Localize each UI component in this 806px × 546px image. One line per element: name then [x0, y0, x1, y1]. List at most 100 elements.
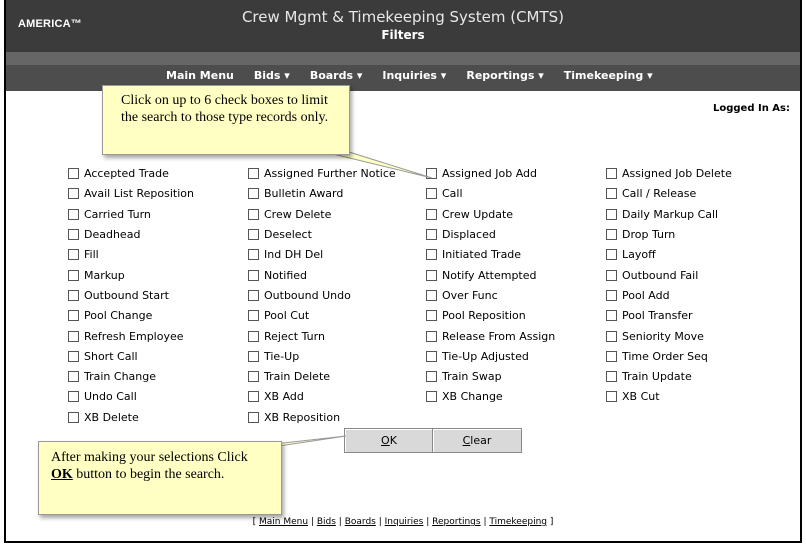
filter-checkbox[interactable]: Release From Assign — [426, 327, 606, 344]
checkbox-icon[interactable] — [248, 391, 259, 403]
filter-checkbox[interactable]: Outbound Fail — [606, 266, 788, 283]
checkbox-icon[interactable] — [248, 188, 259, 200]
filter-checkbox[interactable]: Assigned Job Delete — [606, 165, 788, 182]
checkbox-icon[interactable] — [426, 310, 437, 322]
filter-checkbox[interactable]: XB Add — [248, 388, 426, 405]
checkbox-icon[interactable] — [606, 269, 617, 281]
checkbox-icon[interactable] — [606, 188, 617, 200]
checkbox-icon[interactable] — [68, 391, 79, 403]
footer-link-bids[interactable]: Bids — [317, 517, 336, 527]
ok-button[interactable]: OK — [344, 428, 434, 453]
checkbox-icon[interactable] — [606, 249, 617, 261]
filter-checkbox[interactable]: Crew Update — [426, 206, 606, 223]
checkbox-icon[interactable] — [606, 208, 617, 220]
checkbox-icon[interactable] — [606, 289, 617, 301]
checkbox-icon[interactable] — [426, 371, 437, 383]
filter-checkbox[interactable]: Carried Turn — [68, 206, 248, 223]
filter-checkbox[interactable]: Over Func — [426, 287, 606, 304]
filter-checkbox[interactable]: Call — [426, 185, 606, 202]
filter-checkbox[interactable]: Pool Change — [68, 307, 248, 324]
checkbox-icon[interactable] — [68, 188, 79, 200]
nav-bids[interactable]: Bids ▾ — [254, 69, 290, 82]
checkbox-icon[interactable] — [426, 330, 437, 342]
checkbox-icon[interactable] — [426, 391, 437, 403]
filter-checkbox[interactable]: XB Delete — [68, 409, 248, 426]
checkbox-icon[interactable] — [248, 310, 259, 322]
filter-checkbox[interactable]: Initiated Trade — [426, 246, 606, 263]
filter-checkbox[interactable]: Train Update — [606, 368, 788, 385]
filter-checkbox[interactable]: Undo Call — [68, 388, 248, 405]
checkbox-icon[interactable] — [426, 168, 437, 180]
nav-timekeeping[interactable]: Timekeeping ▾ — [564, 69, 653, 82]
filter-checkbox[interactable]: Short Call — [68, 348, 248, 365]
checkbox-icon[interactable] — [426, 350, 437, 362]
checkbox-icon[interactable] — [606, 371, 617, 383]
checkbox-icon[interactable] — [606, 229, 617, 241]
checkbox-icon[interactable] — [68, 168, 79, 180]
filter-checkbox[interactable]: Daily Markup Call — [606, 206, 788, 223]
checkbox-icon[interactable] — [426, 249, 437, 261]
checkbox-icon[interactable] — [426, 208, 437, 220]
checkbox-icon[interactable] — [606, 310, 617, 322]
checkbox-icon[interactable] — [248, 168, 259, 180]
checkbox-icon[interactable] — [426, 269, 437, 281]
checkbox-icon[interactable] — [68, 310, 79, 322]
checkbox-icon[interactable] — [68, 289, 79, 301]
filter-checkbox[interactable]: Avail List Reposition — [68, 185, 248, 202]
nav-inquiries[interactable]: Inquiries ▾ — [382, 69, 446, 82]
filter-checkbox[interactable]: Crew Delete — [248, 206, 426, 223]
checkbox-icon[interactable] — [248, 330, 259, 342]
filter-checkbox[interactable]: Pool Cut — [248, 307, 426, 324]
filter-checkbox[interactable]: Markup — [68, 266, 248, 283]
checkbox-icon[interactable] — [248, 350, 259, 362]
checkbox-icon[interactable] — [248, 249, 259, 261]
filter-checkbox[interactable]: Notified — [248, 266, 426, 283]
filter-checkbox[interactable]: Fill — [68, 246, 248, 263]
checkbox-icon[interactable] — [606, 330, 617, 342]
filter-checkbox[interactable]: XB Reposition — [248, 409, 426, 426]
clear-button[interactable]: Clear — [432, 428, 522, 453]
checkbox-icon[interactable] — [606, 350, 617, 362]
filter-checkbox[interactable]: Assigned Further Notice — [248, 165, 426, 182]
nav-reportings[interactable]: Reportings ▾ — [466, 69, 543, 82]
checkbox-icon[interactable] — [68, 269, 79, 281]
filter-checkbox[interactable]: Outbound Start — [68, 287, 248, 304]
checkbox-icon[interactable] — [68, 208, 79, 220]
checkbox-icon[interactable] — [248, 289, 259, 301]
filter-checkbox[interactable]: Call / Release — [606, 185, 788, 202]
nav-boards[interactable]: Boards ▾ — [310, 69, 363, 82]
footer-link-timekeeping[interactable]: Timekeeping — [489, 517, 547, 527]
filter-checkbox[interactable]: Train Swap — [426, 368, 606, 385]
checkbox-icon[interactable] — [68, 249, 79, 261]
checkbox-icon[interactable] — [248, 411, 259, 423]
checkbox-icon[interactable] — [248, 208, 259, 220]
filter-checkbox[interactable]: Deselect — [248, 226, 426, 243]
filter-checkbox[interactable]: Notify Attempted — [426, 266, 606, 283]
filter-checkbox[interactable]: Train Change — [68, 368, 248, 385]
checkbox-icon[interactable] — [606, 391, 617, 403]
checkbox-icon[interactable] — [248, 269, 259, 281]
filter-checkbox[interactable]: Train Delete — [248, 368, 426, 385]
filter-checkbox[interactable]: Pool Add — [606, 287, 788, 304]
filter-checkbox[interactable]: XB Cut — [606, 388, 788, 405]
checkbox-icon[interactable] — [68, 371, 79, 383]
filter-checkbox[interactable]: Displaced — [426, 226, 606, 243]
checkbox-icon[interactable] — [426, 188, 437, 200]
filter-checkbox[interactable]: Time Order Seq — [606, 348, 788, 365]
filter-checkbox[interactable]: Reject Turn — [248, 327, 426, 344]
checkbox-icon[interactable] — [426, 289, 437, 301]
footer-link-main-menu[interactable]: Main Menu — [259, 517, 308, 527]
filter-checkbox[interactable]: Assigned Job Add — [426, 165, 606, 182]
checkbox-icon[interactable] — [606, 168, 617, 180]
filter-checkbox[interactable]: XB Change — [426, 388, 606, 405]
checkbox-icon[interactable] — [68, 411, 79, 423]
filter-checkbox[interactable]: Pool Reposition — [426, 307, 606, 324]
checkbox-icon[interactable] — [426, 229, 437, 241]
footer-link-inquiries[interactable]: Inquiries — [385, 517, 424, 527]
checkbox-icon[interactable] — [248, 371, 259, 383]
filter-checkbox[interactable]: Refresh Employee — [68, 327, 248, 344]
footer-link-reportings[interactable]: Reportings — [432, 517, 480, 527]
filter-checkbox[interactable]: Tie-Up Adjusted — [426, 348, 606, 365]
nav-main-menu[interactable]: Main Menu — [166, 69, 234, 82]
checkbox-icon[interactable] — [68, 229, 79, 241]
